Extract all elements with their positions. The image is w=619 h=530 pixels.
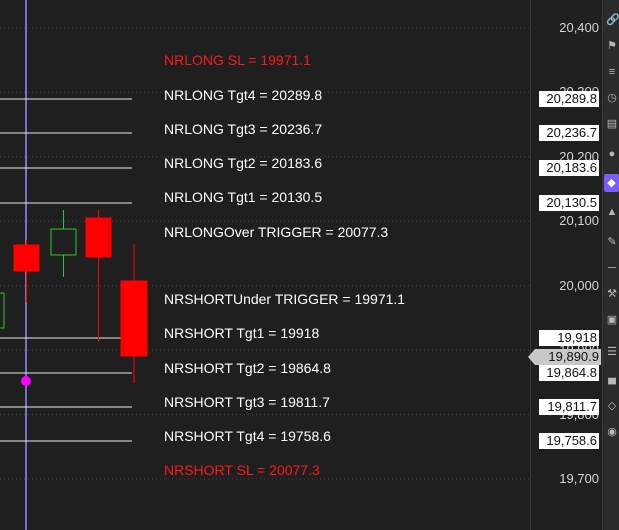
candlesticks bbox=[0, 210, 148, 383]
price-tick: 20,400 bbox=[559, 20, 599, 35]
level-label: NRLONG Tgt3 = 20236.7 bbox=[164, 121, 322, 137]
candle-body bbox=[120, 280, 148, 357]
level-price-tag: 19,811.7 bbox=[539, 399, 599, 415]
level-label: NRLONG Tgt1 = 20130.5 bbox=[164, 189, 322, 205]
box-icon[interactable]: ▣ bbox=[606, 314, 618, 326]
level-price-tag: 20,130.5 bbox=[539, 195, 599, 211]
candle-body bbox=[50, 228, 77, 256]
candle-body bbox=[0, 292, 5, 329]
level-price-tag: 19,758.6 bbox=[539, 433, 599, 449]
price-tick: 20,000 bbox=[559, 277, 599, 293]
wrench-icon[interactable]: ⚒ bbox=[606, 288, 618, 300]
right-toolbar: 🔗 ⚑ ≡ ◷ ▤ ● ◆ ▲ ✎ ─ ⚒ ▣ ☰ ▄ ◇ ◉ bbox=[602, 0, 619, 530]
ruler-icon[interactable]: ─ bbox=[606, 262, 618, 274]
current-price-tag: 19,890.9 bbox=[528, 349, 601, 365]
tag-icon[interactable]: ◇ bbox=[606, 400, 618, 412]
candle-body bbox=[13, 244, 40, 272]
level-price-tag: 19,864.8 bbox=[539, 365, 599, 381]
level-price-tag: 20,289.8 bbox=[539, 91, 599, 107]
level-label: NRSHORTUnder TRIGGER = 19971.1 bbox=[164, 291, 405, 307]
level-price-tag: 20,236.7 bbox=[539, 125, 599, 141]
level-label: NRLONG Tgt4 = 20289.8 bbox=[164, 87, 322, 103]
folder-icon[interactable]: ▤ bbox=[606, 118, 618, 130]
pin-icon[interactable]: ▲ bbox=[606, 206, 618, 218]
level-price-tag: 19,918 bbox=[539, 330, 599, 346]
price-tick: 20,100 bbox=[559, 213, 599, 229]
chart-icon[interactable]: ▄ bbox=[606, 372, 618, 384]
chart-canvas[interactable]: NRLONG SL = 19971.1 NRLONG Tgt4 = 20289.8… bbox=[0, 0, 530, 530]
eye-icon[interactable]: ◉ bbox=[606, 426, 618, 438]
crosshair-marker bbox=[21, 376, 31, 386]
active-tool-icon[interactable]: ◆ bbox=[604, 174, 619, 192]
bar-icon[interactable]: ≡ bbox=[606, 66, 618, 78]
price-tick: 19,700 bbox=[559, 471, 599, 486]
link-icon[interactable]: 🔗 bbox=[606, 14, 619, 26]
level-label: NRLONG SL = 19971.1 bbox=[164, 52, 311, 68]
level-label: NRLONG Tgt2 = 20183.6 bbox=[164, 155, 322, 171]
level-price-tag: 20,183.6 bbox=[539, 160, 599, 176]
price-axis[interactable]: 20,40020,30020,20020,10020,00019,90019,8… bbox=[528, 0, 603, 530]
level-label: NRSHORT SL = 20077.3 bbox=[164, 462, 320, 478]
brush-icon[interactable]: ✎ bbox=[606, 236, 618, 248]
bookmark-icon[interactable]: ⚑ bbox=[606, 40, 618, 52]
clock-icon[interactable]: ◷ bbox=[606, 92, 618, 104]
circle-icon[interactable]: ● bbox=[606, 148, 618, 160]
level-label: NRLONGOver TRIGGER = 20077.3 bbox=[164, 224, 388, 240]
level-label: NRSHORT Tgt4 = 19758.6 bbox=[164, 428, 331, 444]
menu-icon[interactable]: ☰ bbox=[606, 346, 618, 358]
level-label: NRSHORT Tgt2 = 19864.8 bbox=[164, 360, 331, 376]
candle-body bbox=[85, 217, 112, 258]
level-label: NRSHORT Tgt1 = 19918 bbox=[164, 325, 319, 341]
level-label: NRSHORT Tgt3 = 19811.7 bbox=[164, 394, 330, 410]
